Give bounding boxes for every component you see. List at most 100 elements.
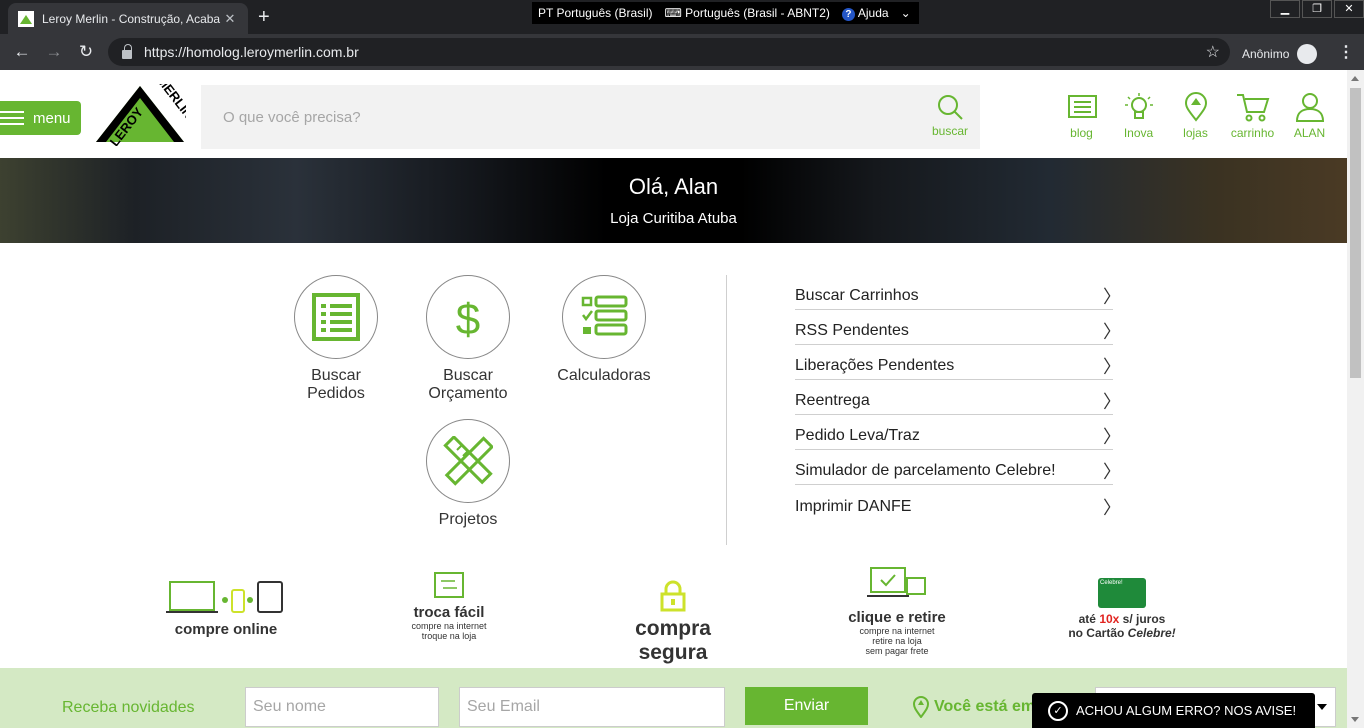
exchange-icon: [434, 572, 464, 598]
link-simulador-parcelamento[interactable]: Simulador de parcelamento Celebre! 〉: [795, 450, 1121, 485]
header-lojas[interactable]: lojas: [1167, 92, 1224, 140]
benefit-title: clique e retire: [848, 609, 946, 626]
link-pedido-leva-traz[interactable]: Pedido Leva/Traz 〉: [795, 415, 1121, 450]
header-icon-label: lojas: [1183, 126, 1208, 140]
benefit-subtitle: retire na loja: [872, 636, 922, 646]
scroll-down-icon[interactable]: [1351, 717, 1359, 722]
menu-button[interactable]: menu: [0, 101, 81, 135]
lock-icon: [122, 43, 132, 59]
browser-tab[interactable]: Leroy Merlin - Construção, Acaba ✕: [8, 3, 248, 34]
location-indicator: Você está em: [912, 696, 1035, 718]
header-icons: blog Inova lojas carrinho ALAN: [1053, 92, 1338, 140]
link-buscar-carrinhos[interactable]: Buscar Carrinhos 〉: [795, 275, 1121, 310]
buscar-orcamento-action[interactable]: $ Buscar Orçamento: [418, 275, 518, 403]
language-bar[interactable]: PT Português (Brasil) ⌨ Português (Brasi…: [532, 2, 919, 24]
restore-button[interactable]: ❐: [1302, 0, 1332, 18]
newsletter-email-input[interactable]: [459, 687, 725, 727]
favicon-icon: [18, 10, 34, 27]
location-text: Você está em: [934, 698, 1036, 715]
lightbulb-icon: [1124, 93, 1153, 119]
search-button[interactable]: buscar: [930, 93, 970, 138]
benefit-compre-online: compre online: [166, 580, 286, 638]
report-error-label: ACHOU ALGUM ERRO? NOS AVISE!: [1076, 703, 1297, 718]
reload-button[interactable]: ↻: [70, 42, 102, 62]
search-input[interactable]: [223, 105, 903, 129]
header-icon-label: Inova: [1123, 126, 1154, 140]
celebre-card-icon: Celebre!: [1098, 578, 1146, 608]
laptop-box-icon: [867, 567, 926, 597]
chevron-right-icon: 〉: [1103, 322, 1121, 342]
action-circle: $: [426, 275, 510, 359]
user-icon: [1295, 93, 1324, 122]
action-circle: [562, 275, 646, 359]
lang-options-icon[interactable]: ⌄: [901, 6, 911, 20]
scroll-up-icon[interactable]: [1351, 76, 1359, 81]
window-close-button[interactable]: ✕: [1334, 0, 1364, 18]
benefit-subtitle: compre na internet: [859, 626, 935, 636]
scrollbar-thumb[interactable]: [1350, 88, 1361, 378]
buscar-pedidos-action[interactable]: Buscar Pedidos: [286, 275, 386, 403]
benefit-subtitle: compre na internet: [411, 621, 487, 631]
projetos-action[interactable]: Projetos: [418, 419, 518, 529]
address-bar[interactable]: https://homolog.leroymerlin.com.br ☆: [108, 38, 1230, 66]
tab-close-icon[interactable]: ✕: [222, 11, 238, 27]
hamburger-icon: [0, 111, 24, 125]
incognito-icon: [1297, 44, 1318, 64]
benefit-subtitle: sem pagar frete: [865, 646, 929, 656]
dollar-icon: $: [456, 295, 480, 342]
devices-icon: [166, 581, 283, 613]
chevron-right-icon: 〉: [1103, 427, 1121, 447]
leroy-merlin-logo[interactable]: LEROY MERLIN: [94, 84, 186, 146]
calculadoras-action[interactable]: Calculadoras: [550, 275, 658, 385]
card-brand: Celebre!: [1100, 580, 1123, 586]
benefit-title: compra segura: [635, 617, 711, 664]
link-reentrega[interactable]: Reentrega 〉: [795, 380, 1121, 415]
link-imprimir-danfe[interactable]: Imprimir DANFE 〉: [795, 485, 1121, 520]
newsletter-label: Receba novidades: [62, 699, 195, 716]
header-carrinho[interactable]: carrinho: [1224, 92, 1281, 140]
lang-help[interactable]: ? Ajuda: [841, 6, 889, 21]
link-liberacoes-pendentes[interactable]: Liberações Pendentes 〉: [795, 345, 1121, 380]
section-divider: [726, 275, 727, 545]
report-error-button[interactable]: ✓ ACHOU ALGUM ERRO? NOS AVISE!: [1032, 693, 1315, 728]
benefit-compra-segura: compra segura: [598, 580, 748, 665]
search-button-label: buscar: [931, 124, 969, 138]
bookmark-star-icon[interactable]: ☆: [1206, 42, 1220, 62]
new-tab-button[interactable]: +: [258, 6, 270, 29]
check-circle-icon: ✓: [1048, 700, 1068, 721]
ruler-pencil-icon: [443, 436, 493, 486]
welcome-banner: Olá, Alan Loja Curitiba Atuba: [0, 158, 1347, 243]
back-button[interactable]: ←: [6, 42, 38, 62]
help-icon: ?: [841, 7, 855, 21]
svg-text:$: $: [456, 295, 480, 342]
list-icon: [312, 293, 360, 341]
header-blog[interactable]: blog: [1053, 92, 1110, 140]
search-icon: [938, 95, 963, 120]
forward-button[interactable]: →: [38, 42, 70, 62]
newsletter-send-button[interactable]: Enviar: [745, 687, 868, 725]
blog-icon: [1067, 95, 1097, 118]
menu-label: menu: [33, 109, 71, 127]
checklist-icon: [581, 295, 628, 336]
action-label-line1: Projetos: [438, 511, 498, 528]
chevron-right-icon: 〉: [1103, 392, 1121, 412]
link-rss-pendentes[interactable]: RSS Pendentes 〉: [795, 310, 1121, 345]
header-inova[interactable]: Inova: [1110, 92, 1167, 140]
browser-menu-icon[interactable]: ⋮: [1338, 42, 1354, 62]
lang-item[interactable]: PT Português (Brasil): [538, 6, 653, 20]
location-pin-icon: [912, 696, 930, 718]
card-offer-line1: até 10x s/ juros: [1078, 612, 1166, 626]
lang-item[interactable]: ⌨ Português (Brasil - ABNT2): [665, 6, 830, 20]
benefit-title: troca fácil: [413, 604, 485, 621]
chevron-right-icon: 〉: [1103, 287, 1121, 307]
action-label-line2: Orçamento: [428, 385, 508, 402]
greeting: Olá, Alan: [628, 174, 719, 199]
chevron-right-icon: 〉: [1103, 357, 1121, 377]
minimize-button[interactable]: ▁: [1270, 0, 1300, 18]
benefit-subtitle: troque na loja: [421, 631, 477, 641]
header-user[interactable]: ALAN: [1281, 92, 1338, 140]
benefit-troca-facil: troca fácil compre na internet troque na…: [399, 571, 499, 641]
incognito-indicator[interactable]: Anônimo: [1242, 44, 1318, 64]
newsletter-name-input[interactable]: [245, 687, 439, 727]
page-scrollbar[interactable]: [1347, 70, 1364, 728]
